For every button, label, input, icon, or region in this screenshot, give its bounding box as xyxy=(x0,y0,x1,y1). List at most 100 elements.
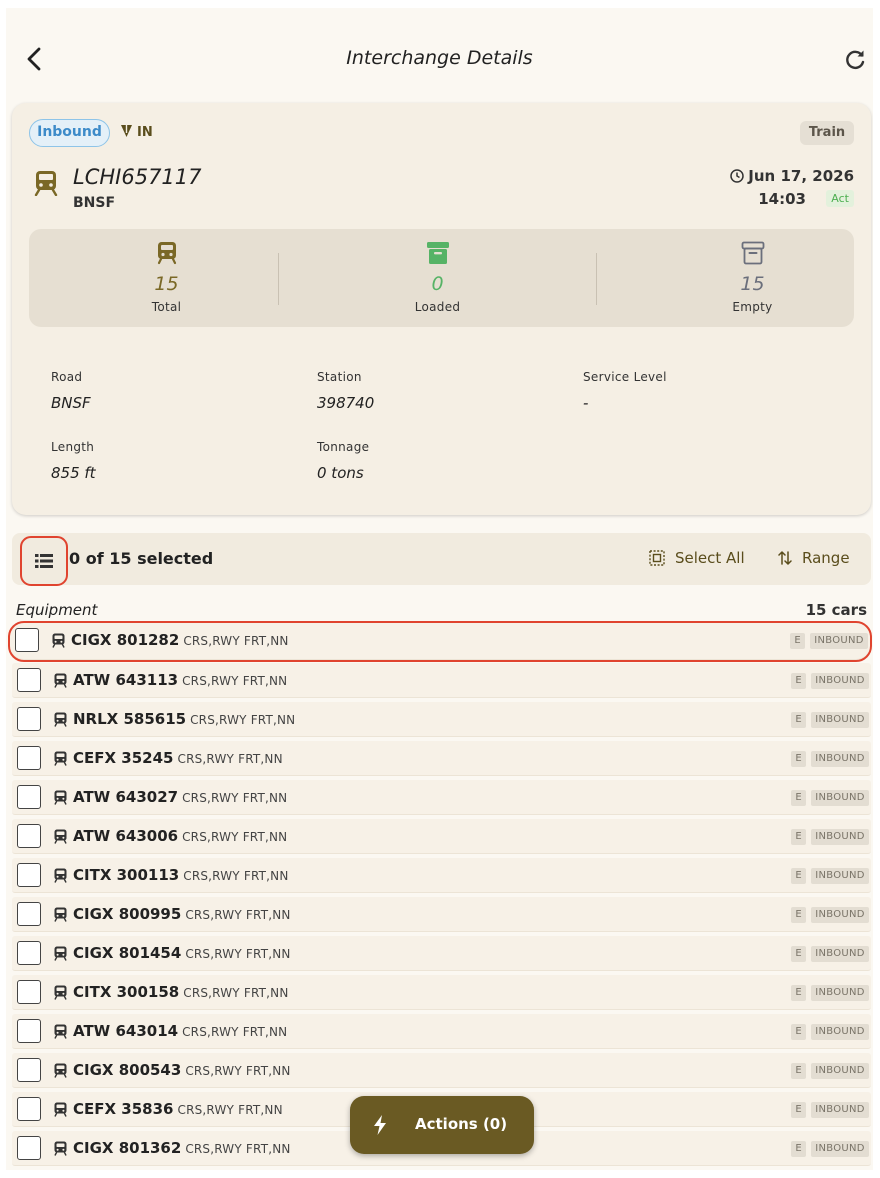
equipment-id: CIGX 801282 CRS,RWY FRT,NN xyxy=(71,631,289,649)
row-checkbox[interactable] xyxy=(17,1136,41,1160)
row-checkbox[interactable] xyxy=(17,941,41,965)
equipment-id-text: CIGX 801362 xyxy=(73,1139,182,1157)
equipment-id: NRLX 585615 CRS,RWY FRT,NN xyxy=(73,710,295,728)
load-badge: E xyxy=(791,673,806,689)
equipment-row[interactable]: CIGX 801282 CRS,RWY FRT,NN E INBOUND xyxy=(8,621,872,662)
status-badge: INBOUND xyxy=(811,712,869,728)
sort-arrows-icon xyxy=(778,551,792,565)
field-service-level: Service Level - xyxy=(583,370,667,412)
equipment-id-text: CIGX 801454 xyxy=(73,944,182,962)
row-checkbox[interactable] xyxy=(17,1097,41,1121)
railcar-icon xyxy=(54,868,67,883)
load-badge: E xyxy=(791,1063,806,1079)
equipment-id-text: CITX 300113 xyxy=(73,866,180,884)
train-road: BNSF xyxy=(73,195,116,211)
equipment-count: 15 cars xyxy=(805,601,867,619)
field-length-value: 855 ft xyxy=(51,464,96,482)
equipment-row[interactable]: CIGX 801454 CRS,RWY FRT,NN E INBOUND xyxy=(12,936,871,971)
equipment-type: CRS,RWY FRT,NN xyxy=(185,908,291,922)
stat-loaded-label: Loaded xyxy=(414,300,461,314)
row-checkbox[interactable] xyxy=(17,902,41,926)
equipment-type: CRS,RWY FRT,NN xyxy=(182,1025,288,1039)
row-checkbox[interactable] xyxy=(17,746,41,770)
train-id: LCHI657117 xyxy=(73,165,202,189)
equipment-row[interactable]: CIGX 800543 CRS,RWY FRT,NN E INBOUND xyxy=(12,1053,871,1088)
date-text: Jun 17, 2026 xyxy=(748,167,854,185)
select-all-icon xyxy=(649,550,665,566)
equipment-row[interactable]: ATW 643006 CRS,RWY FRT,NN E INBOUND xyxy=(12,819,871,854)
load-badge: E xyxy=(791,1024,806,1040)
page-title: Interchange Details xyxy=(346,47,533,69)
equipment-id: ATW 643014 CRS,RWY FRT,NN xyxy=(73,1022,287,1040)
select-all-label: Select All xyxy=(675,549,745,567)
railcar-icon xyxy=(54,751,67,766)
stat-loaded-value: 0 xyxy=(431,273,444,295)
row-checkbox[interactable] xyxy=(17,824,41,848)
equipment-row[interactable]: NRLX 585615 CRS,RWY FRT,NN E INBOUND xyxy=(12,702,871,737)
equipment-row[interactable]: ATW 643014 CRS,RWY FRT,NN E INBOUND xyxy=(12,1014,871,1049)
row-checkbox[interactable] xyxy=(15,628,39,652)
stat-total-value: 15 xyxy=(154,273,179,295)
equipment-type: CRS,RWY FRT,NN xyxy=(190,713,296,727)
row-checkbox[interactable] xyxy=(17,1019,41,1043)
equipment-id-text: ATW 643006 xyxy=(73,827,179,845)
equipment-id: CIGX 801362 CRS,RWY FRT,NN xyxy=(73,1139,291,1157)
row-checkbox[interactable] xyxy=(17,1058,41,1082)
equipment-row[interactable]: CITX 300158 CRS,RWY FRT,NN E INBOUND xyxy=(12,975,871,1010)
divider xyxy=(278,253,279,305)
load-badge: E xyxy=(791,1141,806,1157)
row-checkbox[interactable] xyxy=(17,668,41,692)
list-view-toggle[interactable] xyxy=(20,536,68,586)
load-badge: E xyxy=(790,633,805,649)
railcar-icon xyxy=(54,1102,67,1117)
railcar-icon xyxy=(54,1141,67,1156)
train-info-card: Inbound IN Train LCHI657117 BNSF Jun 17,… xyxy=(12,103,871,515)
equipment-id: ATW 643027 CRS,RWY FRT,NN xyxy=(73,788,287,806)
equipment-type: CRS,RWY FRT,NN xyxy=(185,1142,291,1156)
status-badge: INBOUND xyxy=(811,907,869,923)
equipment-row[interactable]: ATW 643113 CRS,RWY FRT,NN E INBOUND xyxy=(12,663,871,698)
status-badge: INBOUND xyxy=(810,633,868,649)
train-date: Jun 17, 2026 xyxy=(730,167,854,185)
railcar-icon xyxy=(54,1063,67,1078)
refresh-button[interactable] xyxy=(841,46,869,74)
status-badge: INBOUND xyxy=(811,985,869,1001)
field-tonnage-label: Tonnage xyxy=(317,440,370,454)
field-length-label: Length xyxy=(51,440,95,454)
status-badge: INBOUND xyxy=(811,1024,869,1040)
direction-indicator: IN xyxy=(120,124,153,140)
archive-filled-icon xyxy=(426,242,449,264)
field-service-level-label: Service Level xyxy=(583,370,667,384)
status-badge: INBOUND xyxy=(811,751,869,767)
select-all-button[interactable]: Select All xyxy=(649,549,745,567)
equipment-id-text: NRLX 585615 xyxy=(73,710,187,728)
equipment-row[interactable]: CITX 300113 CRS,RWY FRT,NN E INBOUND xyxy=(12,858,871,893)
type-pill: Train xyxy=(800,121,854,145)
range-button[interactable]: Range xyxy=(778,549,850,567)
stat-empty-value: 15 xyxy=(740,273,765,295)
field-tonnage: Tonnage 0 tons xyxy=(317,440,369,482)
row-checkbox[interactable] xyxy=(17,707,41,731)
stat-total: 15 Total xyxy=(29,229,304,327)
load-badge: E xyxy=(791,1102,806,1118)
equipment-type: CRS,RWY FRT,NN xyxy=(183,634,289,648)
train-icon xyxy=(34,171,58,196)
direction-arrow-icon xyxy=(121,125,132,137)
actions-button[interactable]: Actions (0) xyxy=(350,1096,534,1154)
row-checkbox[interactable] xyxy=(17,863,41,887)
actual-time-badge: Act xyxy=(826,190,854,207)
equipment-row[interactable]: CIGX 800995 CRS,RWY FRT,NN E INBOUND xyxy=(12,897,871,932)
row-checkbox[interactable] xyxy=(17,980,41,1004)
load-badge: E xyxy=(791,712,806,728)
equipment-row[interactable]: ATW 643027 CRS,RWY FRT,NN E INBOUND xyxy=(12,780,871,815)
divider xyxy=(596,253,597,305)
railcar-icon xyxy=(54,712,67,727)
equipment-id: CEFX 35245 CRS,RWY FRT,NN xyxy=(73,749,283,767)
row-checkbox[interactable] xyxy=(17,785,41,809)
load-badge: E xyxy=(791,751,806,767)
status-badge: INBOUND xyxy=(811,1063,869,1079)
status-badge: INBOUND xyxy=(811,1141,869,1157)
equipment-row[interactable]: CEFX 35245 CRS,RWY FRT,NN E INBOUND xyxy=(12,741,871,776)
load-badge: E xyxy=(791,985,806,1001)
railcar-icon xyxy=(54,1024,67,1039)
